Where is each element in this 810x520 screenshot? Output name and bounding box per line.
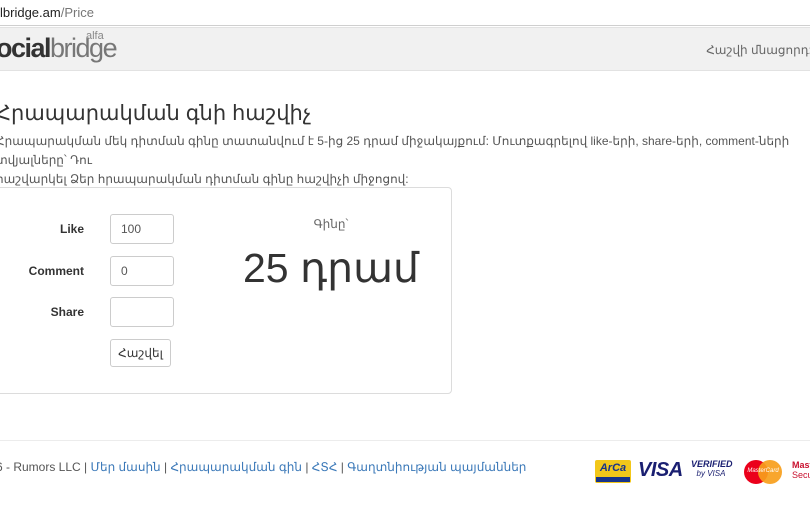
mastercard-logo-text: MasterCard	[747, 468, 779, 474]
account-balance-label: Հաշվի մնացորդ:	[706, 43, 810, 57]
footer-separator: |	[340, 460, 344, 474]
logo-text-bridge: bridge	[50, 33, 118, 63]
url-path: /Price	[60, 5, 94, 20]
visa-logo: VISA	[638, 459, 683, 481]
logo-text-social: ocial	[0, 33, 52, 63]
mastercard-securecode-logo: Mast Secu	[792, 460, 810, 484]
footer-divider	[0, 440, 810, 441]
footer-link-about[interactable]: Մեր մասին	[91, 460, 161, 474]
price-label: Գինը՝	[313, 217, 349, 231]
url-host: lbridge.am	[0, 5, 61, 20]
url-text[interactable]: lbridge.am/Price	[0, 5, 94, 20]
share-input[interactable]	[110, 297, 174, 327]
footer-separator: |	[164, 460, 168, 474]
site-navbar: ocialbridge alfa Հաշվի մնացորդ:	[0, 27, 810, 71]
arca-logo-text: ArCa	[599, 462, 627, 474]
arca-logo: ArCa	[595, 460, 631, 483]
price-calculator-panel: Like Comment Share Հաշվել Գինը՝ 25 դրամ	[0, 187, 452, 394]
like-label: Like	[59, 222, 84, 236]
vbv-line1: VERIFIED	[691, 459, 733, 469]
price-value: 25 դրամ	[242, 245, 420, 291]
copyright-text: 6 - Rumors LLC |	[0, 460, 88, 474]
footer-separator: |	[305, 460, 309, 474]
arca-logo-stripe	[596, 477, 630, 482]
footer-link-privacy[interactable]: Գաղտնիության պայմաններ	[347, 460, 526, 474]
comment-label: Comment	[28, 264, 84, 278]
footer-link-faq[interactable]: ՀՏՀ	[312, 460, 338, 474]
mastercard-logo: MasterCard	[744, 460, 782, 484]
browser-address-bar[interactable]: lbridge.am/Price	[0, 0, 810, 26]
vbv-line2: by VISA	[696, 469, 726, 478]
calculate-button[interactable]: Հաշվել	[110, 339, 171, 367]
like-input[interactable]	[110, 214, 174, 244]
page-description: Հրապարակման մեկ դիտման գինը տատանվում է …	[0, 134, 790, 186]
mc-secure-line2: Secu	[792, 470, 810, 480]
logo-alfa-badge: alfa	[86, 30, 104, 42]
mc-secure-line1: Mast	[792, 460, 810, 470]
comment-input[interactable]	[110, 256, 174, 286]
share-label: Share	[50, 305, 84, 319]
site-footer: 6 - Rumors LLC | Մեր մասին | Հրապարակման…	[0, 460, 526, 474]
footer-link-price[interactable]: Հրապարակման գին	[170, 460, 302, 474]
page-title: Հրապարակման գնի հաշվիչ	[0, 102, 312, 125]
verified-by-visa-logo: VERIFIED by VISA	[691, 459, 733, 483]
